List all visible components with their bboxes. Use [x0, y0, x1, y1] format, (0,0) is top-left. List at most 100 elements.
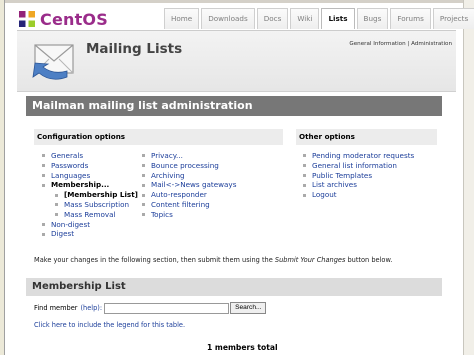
config-link-label: Bounce processing [151, 160, 219, 170]
membership-list-current: [Membership List] [42, 190, 138, 200]
config-link-content-filtering[interactable]: Content filtering [142, 200, 236, 210]
tab-projects[interactable]: Projects [432, 8, 474, 29]
config-current-membership: Membership... [42, 180, 138, 190]
config-link-label: Topics [151, 209, 173, 219]
other-options-heading: Other options [296, 129, 437, 145]
find-member-label: Find member [34, 304, 78, 312]
config-link-label: Archiving [151, 170, 185, 180]
bullet-icon [142, 213, 145, 217]
config-link-label: Privacy... [151, 151, 183, 160]
bullet-icon [42, 183, 45, 187]
config-link-label: Content filtering [151, 199, 210, 209]
find-member-input[interactable] [104, 302, 230, 314]
bullet-icon [303, 164, 306, 168]
config-link-topics[interactable]: Topics [142, 210, 236, 220]
bullet-icon [142, 183, 145, 187]
config-column-1: Generals Passwords Languages Membership.… [42, 151, 138, 239]
other-link-logout[interactable]: Logout [303, 190, 414, 200]
bullet-icon [55, 193, 58, 197]
bullet-icon [303, 173, 306, 177]
general-information-link[interactable]: General Information [349, 41, 405, 47]
tab-docs[interactable]: Docs [256, 8, 289, 29]
tab-forums[interactable]: Forums [390, 8, 431, 29]
tab-lists[interactable]: Lists [321, 8, 355, 29]
browser-chrome-left [0, 0, 5, 355]
find-member-help-link[interactable]: (help): [80, 304, 102, 312]
other-link-list-archives[interactable]: List archives [303, 180, 414, 190]
mass-subscription-link[interactable]: Mass Subscription [42, 200, 138, 210]
mail-envelope-icon [32, 44, 74, 80]
config-link-mail-news-gateways[interactable]: Mail<->News gateways [142, 180, 236, 190]
other-link-label: List archives [312, 180, 357, 190]
config-link-generals[interactable]: Generals [42, 151, 138, 161]
bullet-icon [303, 193, 306, 197]
centos-logo[interactable]: CentOS [17, 8, 108, 30]
config-link-digest[interactable]: Digest [42, 229, 138, 239]
config-link-languages[interactable]: Languages [42, 171, 138, 181]
title-band: Mailing Lists General Information | Admi… [17, 31, 456, 92]
membership-list-heading: Membership List [26, 278, 442, 296]
other-options-column: Pending moderator requests General list … [303, 151, 414, 200]
tab-downloads[interactable]: Downloads [201, 8, 255, 29]
config-link-label: Generals [51, 151, 84, 160]
config-link-bounce-processing[interactable]: Bounce processing [142, 161, 236, 171]
bullet-icon [42, 154, 45, 158]
page-title: Mailing Lists [86, 41, 183, 57]
other-link-label: Logout [312, 190, 337, 200]
browser-chrome-top [0, 0, 474, 3]
bullet-icon [42, 222, 45, 226]
tab-bugs[interactable]: Bugs [356, 8, 389, 29]
bullet-icon [142, 164, 145, 168]
instruction-before: Make your changes in the following secti… [34, 256, 275, 264]
instruction-text: Make your changes in the following secti… [34, 256, 392, 264]
other-link-label: Pending moderator requests [312, 151, 415, 160]
membership-sub-label: [Membership List] [64, 190, 138, 200]
other-link-pending-moderator-requests[interactable]: Pending moderator requests [303, 151, 414, 161]
config-current-label: Membership... [51, 180, 110, 190]
config-link-label: Digest [51, 229, 75, 239]
bullet-icon [42, 173, 45, 177]
config-column-2: Privacy... Bounce processing Archiving M… [142, 151, 236, 220]
administration-link[interactable]: Administration [411, 41, 452, 47]
other-link-label: Public Templates [312, 170, 373, 180]
config-link-archiving[interactable]: Archiving [142, 171, 236, 181]
legend-link[interactable]: Click here to include the legend for thi… [34, 321, 185, 329]
tab-home[interactable]: Home [164, 8, 200, 29]
logo-text: CentOS [40, 9, 108, 29]
top-nav-tabs: Home Downloads Docs Wiki Lists Bugs Foru… [164, 8, 474, 30]
header-links: General Information | Administration [349, 41, 452, 47]
tab-wiki[interactable]: Wiki [290, 8, 320, 29]
config-link-non-digest[interactable]: Non-digest [42, 220, 138, 230]
bullet-icon [303, 154, 306, 158]
other-link-label: General list information [312, 160, 397, 170]
membership-sub-label: Mass Subscription [64, 199, 130, 209]
config-link-label: Languages [51, 170, 91, 180]
config-link-label: Passwords [51, 160, 89, 170]
instruction-emphasis: Submit Your Changes [274, 256, 346, 264]
find-member-row: Find member (help): Search... [34, 302, 267, 314]
config-link-privacy[interactable]: Privacy... [142, 151, 236, 161]
bullet-icon [55, 213, 58, 217]
bullet-icon [142, 203, 145, 207]
bullet-icon [142, 173, 145, 177]
centos-logo-icon [17, 9, 37, 29]
search-button[interactable]: Search... [230, 302, 267, 314]
bullet-icon [42, 164, 45, 168]
vertical-scrollbar[interactable] [463, 0, 474, 355]
config-link-label: Non-digest [51, 219, 91, 229]
instruction-after: button below. [345, 256, 393, 264]
membership-sub-label: Mass Removal [64, 209, 116, 219]
configuration-options-heading: Configuration options [34, 129, 283, 145]
bullet-icon [42, 232, 45, 236]
admin-banner: Mailman mailing list administration [26, 96, 442, 116]
config-link-label: Mail<->News gateways [151, 180, 237, 190]
config-link-auto-responder[interactable]: Auto-responder [142, 190, 236, 200]
bullet-icon [142, 193, 145, 197]
other-link-public-templates[interactable]: Public Templates [303, 171, 414, 181]
bullet-icon [142, 154, 145, 158]
config-link-passwords[interactable]: Passwords [42, 161, 138, 171]
other-link-general-list-information[interactable]: General list information [303, 161, 414, 171]
bullet-icon [303, 183, 306, 187]
mass-removal-link[interactable]: Mass Removal [42, 210, 138, 220]
bullet-icon [55, 203, 58, 207]
